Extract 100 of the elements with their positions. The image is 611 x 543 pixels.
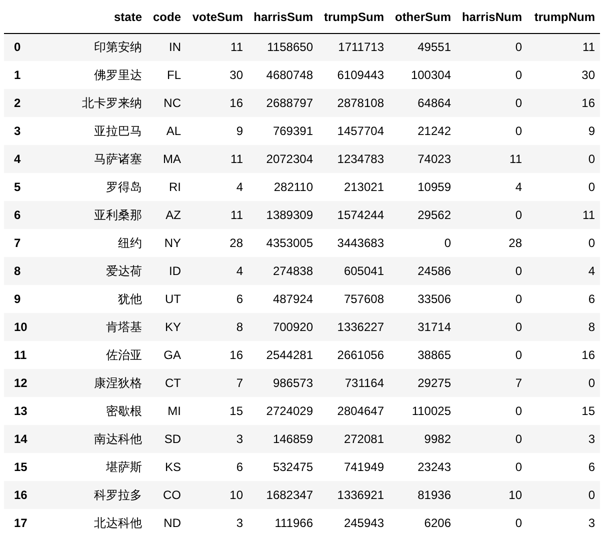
table-cell: 4 bbox=[527, 257, 600, 285]
table-cell: 9982 bbox=[389, 425, 456, 453]
table-cell: 1682347 bbox=[248, 481, 318, 509]
table-cell: 7 bbox=[456, 369, 527, 397]
table-cell: 0 bbox=[456, 509, 527, 537]
table-cell: 16 bbox=[186, 89, 248, 117]
table-cell: 6109443 bbox=[318, 61, 389, 89]
table-cell: 纽约 bbox=[60, 229, 147, 257]
table-cell: 282110 bbox=[248, 173, 318, 201]
table-cell: 9 bbox=[186, 117, 248, 145]
table-cell: 7 bbox=[186, 369, 248, 397]
table-cell: 24586 bbox=[389, 257, 456, 285]
table-cell: 0 bbox=[527, 369, 600, 397]
table-cell: FL bbox=[147, 61, 186, 89]
row-index: 13 bbox=[4, 397, 60, 425]
row-index: 12 bbox=[4, 369, 60, 397]
table-cell: 佐治亚 bbox=[60, 341, 147, 369]
table-cell: GA bbox=[147, 341, 186, 369]
row-index: 0 bbox=[4, 33, 60, 61]
table-cell: 74023 bbox=[389, 145, 456, 173]
table-cell: 6 bbox=[527, 285, 600, 313]
table-cell: KY bbox=[147, 313, 186, 341]
table-cell: 罗得岛 bbox=[60, 173, 147, 201]
table-cell: 3 bbox=[527, 425, 600, 453]
table-cell: 731164 bbox=[318, 369, 389, 397]
table-cell: 堪萨斯 bbox=[60, 453, 147, 481]
table-cell: NC bbox=[147, 89, 186, 117]
table-cell: 0 bbox=[456, 89, 527, 117]
table-cell: 1158650 bbox=[248, 33, 318, 61]
table-cell: 111966 bbox=[248, 509, 318, 537]
table-cell: 0 bbox=[456, 341, 527, 369]
table-cell: 49551 bbox=[389, 33, 456, 61]
table-cell: 2804647 bbox=[318, 397, 389, 425]
table-cell: 4 bbox=[456, 173, 527, 201]
table-cell: 6206 bbox=[389, 509, 456, 537]
table-cell: 0 bbox=[456, 61, 527, 89]
table-cell: 28 bbox=[186, 229, 248, 257]
table-cell: 10 bbox=[186, 481, 248, 509]
table-cell: 2688797 bbox=[248, 89, 318, 117]
table-cell: 38865 bbox=[389, 341, 456, 369]
row-index: 3 bbox=[4, 117, 60, 145]
table-cell: 4 bbox=[186, 257, 248, 285]
table-cell: 110025 bbox=[389, 397, 456, 425]
table-cell: 532475 bbox=[248, 453, 318, 481]
row-index: 4 bbox=[4, 145, 60, 173]
table-cell: KS bbox=[147, 453, 186, 481]
column-header: harrisSum bbox=[248, 2, 318, 33]
row-index: 14 bbox=[4, 425, 60, 453]
table-cell: 0 bbox=[456, 257, 527, 285]
table-cell: 爱达荷 bbox=[60, 257, 147, 285]
table-cell: 犹他 bbox=[60, 285, 147, 313]
table-cell: 605041 bbox=[318, 257, 389, 285]
row-index: 5 bbox=[4, 173, 60, 201]
table-cell: 741949 bbox=[318, 453, 389, 481]
table-cell: 0 bbox=[456, 201, 527, 229]
table-cell: 33506 bbox=[389, 285, 456, 313]
row-index: 8 bbox=[4, 257, 60, 285]
column-header: voteSum bbox=[186, 2, 248, 33]
table-cell: 0 bbox=[456, 313, 527, 341]
table-cell: 亚拉巴马 bbox=[60, 117, 147, 145]
table-cell: 2072304 bbox=[248, 145, 318, 173]
table-cell: ID bbox=[147, 257, 186, 285]
table-cell: 274838 bbox=[248, 257, 318, 285]
table-cell: 0 bbox=[456, 117, 527, 145]
table-cell: 佛罗里达 bbox=[60, 61, 147, 89]
table-cell: 6 bbox=[186, 285, 248, 313]
column-header: code bbox=[147, 2, 186, 33]
table-cell: 北卡罗来纳 bbox=[60, 89, 147, 117]
table-cell: 6 bbox=[186, 453, 248, 481]
table-cell: 1336921 bbox=[318, 481, 389, 509]
table-cell: 29275 bbox=[389, 369, 456, 397]
table-cell: 16 bbox=[527, 89, 600, 117]
row-index: 11 bbox=[4, 341, 60, 369]
table-cell: 科罗拉多 bbox=[60, 481, 147, 509]
row-index: 15 bbox=[4, 453, 60, 481]
table-cell: 3 bbox=[186, 509, 248, 537]
column-header: trumpNum bbox=[527, 2, 600, 33]
table-cell: 11 bbox=[186, 33, 248, 61]
table-cell: 3443683 bbox=[318, 229, 389, 257]
table-cell: 肯塔基 bbox=[60, 313, 147, 341]
table-cell: 3 bbox=[186, 425, 248, 453]
table-cell: 28 bbox=[456, 229, 527, 257]
table-cell: 马萨诸塞 bbox=[60, 145, 147, 173]
table-cell: 0 bbox=[389, 229, 456, 257]
table-cell: 1389309 bbox=[248, 201, 318, 229]
table-cell: 2724029 bbox=[248, 397, 318, 425]
table-cell: 0 bbox=[527, 481, 600, 509]
table-cell: 6 bbox=[527, 453, 600, 481]
table-cell: 1234783 bbox=[318, 145, 389, 173]
table-cell: 0 bbox=[527, 173, 600, 201]
table-cell: 81936 bbox=[389, 481, 456, 509]
row-index: 10 bbox=[4, 313, 60, 341]
table-cell: AL bbox=[147, 117, 186, 145]
table-cell: 北达科他 bbox=[60, 509, 147, 537]
table-cell: CT bbox=[147, 369, 186, 397]
table-cell: 11 bbox=[186, 145, 248, 173]
table-cell: 487924 bbox=[248, 285, 318, 313]
table-cell: 0 bbox=[456, 397, 527, 425]
table-cell: 146859 bbox=[248, 425, 318, 453]
row-index: 7 bbox=[4, 229, 60, 257]
